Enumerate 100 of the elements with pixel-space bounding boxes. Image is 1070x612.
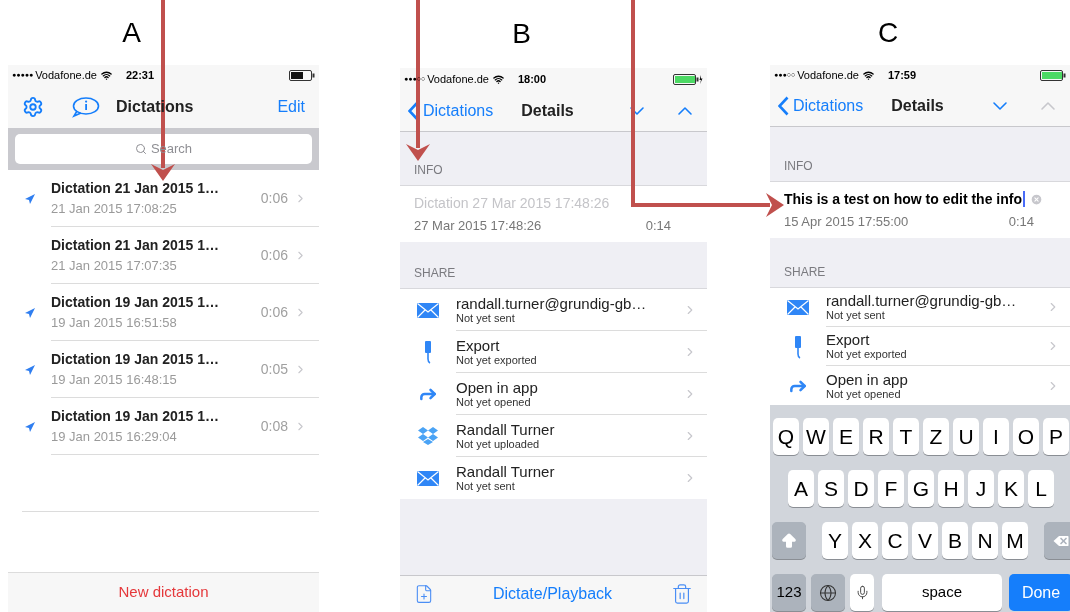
keyboard-key[interactable]: O [1013, 418, 1039, 455]
share-title: randall.turner@grundig-gb… [826, 292, 1018, 310]
share-status: Not yet uploaded [456, 437, 541, 451]
keyboard-key[interactable]: Y [822, 522, 848, 559]
share-title: Randall Turner [456, 463, 556, 481]
status-time: 18:00 [517, 72, 547, 88]
keyboard-key[interactable]: P [1043, 418, 1069, 455]
microphone-key[interactable] [850, 574, 874, 611]
info-bubble-icon[interactable] [70, 95, 100, 118]
keyboard-key[interactable]: Q [773, 418, 799, 455]
usb-cable-icon [424, 340, 432, 364]
keyboard-key[interactable]: Z [923, 418, 949, 455]
share-title: Export [826, 331, 871, 349]
search-icon [134, 143, 147, 155]
dictation-title: Dictation 19 Jan 2015 1… [51, 292, 221, 312]
duration-label: 0:14 [1008, 212, 1034, 231]
trash-icon[interactable] [671, 582, 693, 606]
keyboard-key[interactable]: S [818, 470, 844, 507]
panel-label: B [512, 17, 531, 51]
keyboard-key[interactable]: K [998, 470, 1024, 507]
keyboard-key[interactable]: R [863, 418, 889, 455]
keyboard-key[interactable]: G [908, 470, 934, 507]
keyboard-key[interactable]: I [983, 418, 1009, 455]
carrier-label: Vodafone.de [427, 72, 489, 88]
share-row[interactable]: Randall Turner Not yet uploaded [400, 415, 707, 457]
edit-button[interactable]: Edit [277, 94, 305, 119]
wifi-icon [492, 74, 504, 85]
envelope-icon [417, 470, 439, 486]
share-row[interactable]: randall.turner@grundig-gb… Not yet sent [770, 288, 1070, 327]
backspace-key[interactable] [1044, 522, 1070, 559]
keyboard-key[interactable]: E [833, 418, 859, 455]
duration-label: 0:06 [260, 302, 288, 322]
keyboard-key[interactable]: D [848, 470, 874, 507]
section-header: SHARE [784, 264, 826, 281]
share-row[interactable]: Open in app Not yet opened [770, 366, 1070, 405]
dictate-playback-button[interactable]: Dictate/Playback [492, 582, 613, 606]
dictation-date: 21 Jan 2015 17:08:25 [51, 199, 178, 218]
keyboard-key[interactable]: A [788, 470, 814, 507]
share-title: Open in app [826, 370, 909, 388]
status-time: 17:59 [887, 67, 917, 83]
dictation-date: 19 Jan 2015 16:51:58 [51, 313, 178, 332]
paper-plane-icon [23, 192, 36, 205]
clear-icon[interactable] [1030, 192, 1043, 206]
wifi-icon [862, 69, 874, 81]
keyboard-key[interactable]: J [968, 470, 994, 507]
keyboard-key[interactable]: N [972, 522, 998, 559]
share-row[interactable]: Export Not yet exported [400, 331, 707, 373]
keyboard-key[interactable]: H [938, 470, 964, 507]
title-field[interactable]: This is a test on how to edit the info [784, 188, 1056, 210]
carrier-label: Vodafone.de [797, 67, 859, 83]
share-status: Not yet exported [826, 348, 908, 361]
keyboard-key[interactable]: U [953, 418, 979, 455]
keyboard-key[interactable]: M [1002, 522, 1028, 559]
new-dictation-button[interactable]: New dictation [118, 581, 209, 604]
section-header: INFO [784, 158, 813, 175]
share-title: Open in app [456, 378, 539, 396]
back-button[interactable]: Dictations [404, 99, 494, 123]
share-row[interactable]: Export Not yet exported [770, 327, 1070, 366]
globe-key[interactable] [811, 574, 845, 611]
share-row[interactable]: randall.turner@grundig-gb… Not yet sent [400, 289, 707, 331]
paper-plane-icon [23, 363, 36, 376]
space-key[interactable]: space [882, 574, 1002, 611]
keyboard-key[interactable]: C [882, 522, 908, 559]
panel-label: C [877, 15, 899, 50]
shift-arrow-icon [780, 531, 798, 550]
recording-date: 27 Mar 2015 17:48:26 [414, 216, 542, 235]
dictation-title: Dictation 19 Jan 2015 1… [51, 349, 221, 369]
dictation-title: Dictation 21 Jan 2015 1… [51, 235, 221, 255]
numbers-key[interactable]: 123 [772, 574, 806, 611]
keyboard-key[interactable]: W [803, 418, 829, 455]
done-key[interactable]: Done [1009, 574, 1070, 611]
dictation-date: 21 Jan 2015 17:07:35 [51, 256, 178, 275]
keyboard-key[interactable]: L [1028, 470, 1054, 507]
duration-label: 0:06 [260, 245, 288, 265]
share-status: Not yet sent [456, 311, 515, 325]
share-title: Export [456, 336, 501, 354]
nav-title: Details [521, 101, 574, 121]
document-plus-icon[interactable] [414, 582, 434, 606]
share-status: Not yet opened [456, 395, 531, 409]
share-row[interactable]: Open in app Not yet opened [400, 373, 707, 415]
share-title: randall.turner@grundig-gb… [456, 294, 648, 312]
share-status: Not yet exported [456, 353, 538, 367]
carrier-label: Vodafone.de [35, 67, 97, 83]
keyboard-key[interactable]: V [912, 522, 938, 559]
dictation-date: 19 Jan 2015 16:48:15 [51, 370, 178, 389]
shift-key[interactable] [772, 522, 806, 559]
share-row[interactable]: Randall Turner Not yet sent [400, 457, 707, 499]
keyboard-key[interactable]: B [942, 522, 968, 559]
paper-plane-icon [23, 420, 36, 433]
chevron-left-icon [778, 95, 789, 116]
back-button[interactable]: Dictations [774, 93, 864, 118]
envelope-icon [417, 302, 439, 318]
keyboard-key[interactable]: X [852, 522, 878, 559]
duration-label: 0:08 [260, 416, 288, 436]
wifi-icon [100, 69, 112, 81]
settings-icon[interactable] [22, 95, 44, 118]
keyboard-key[interactable]: T [893, 418, 919, 455]
keyboard-key[interactable]: F [878, 470, 904, 507]
microphone-icon [854, 584, 870, 601]
paper-plane-icon [23, 306, 36, 319]
